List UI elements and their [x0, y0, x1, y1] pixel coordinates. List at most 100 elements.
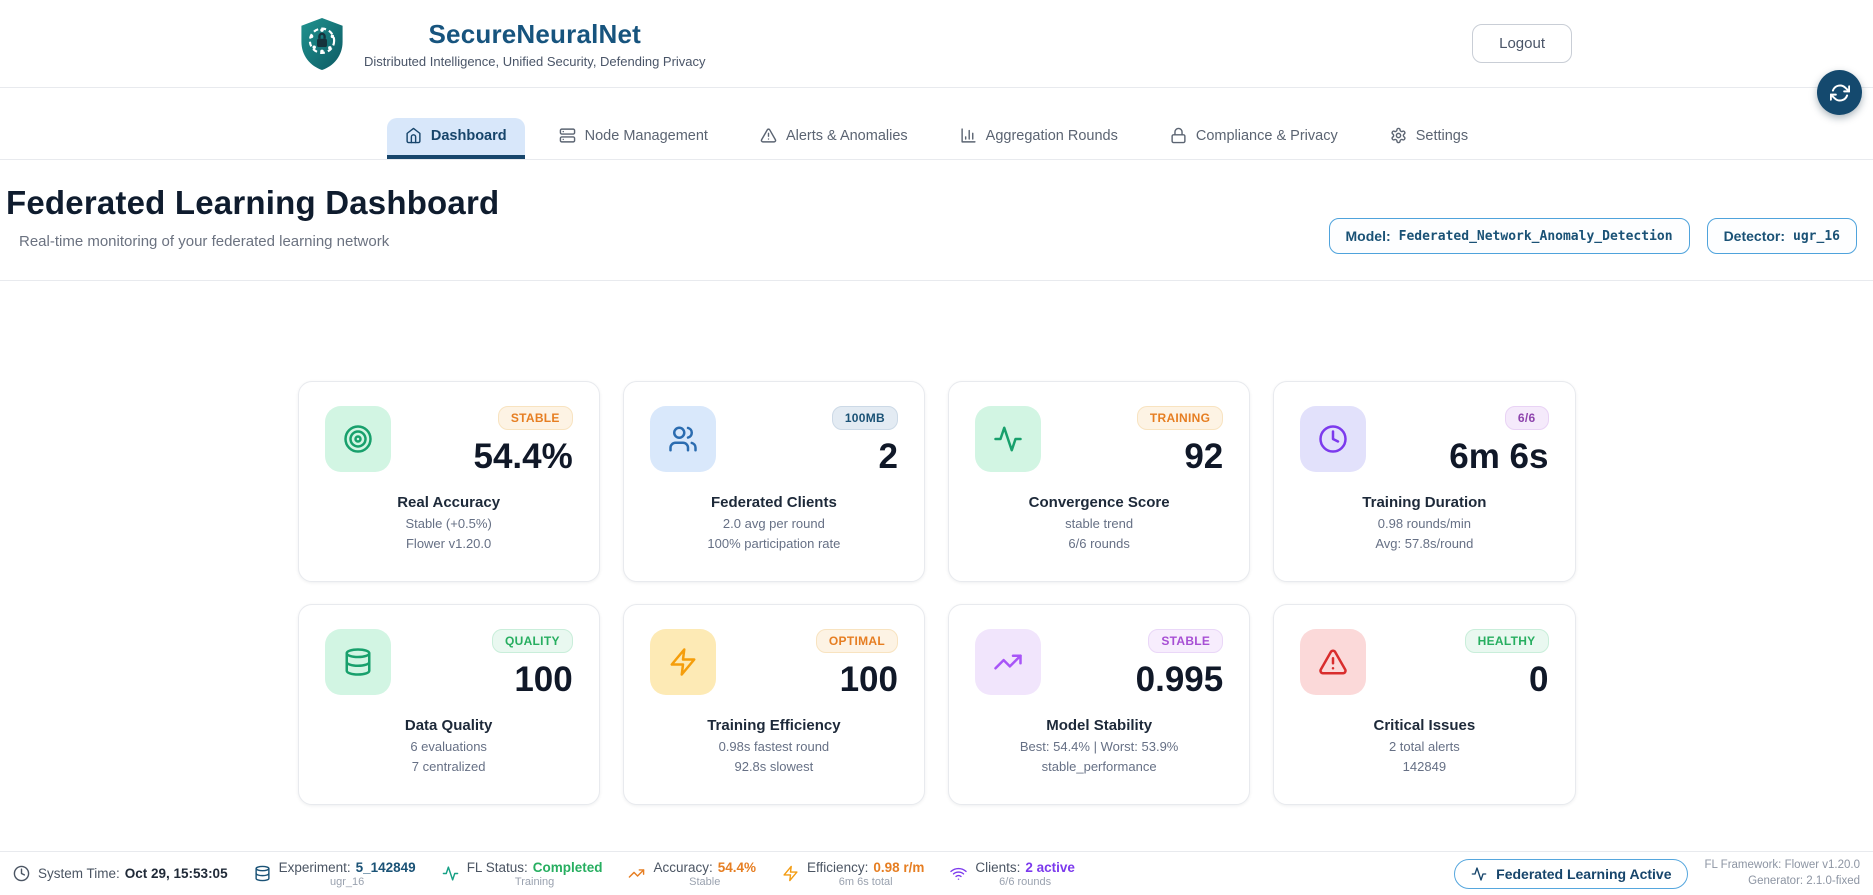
- status-item-label: FL Status:: [466, 859, 528, 875]
- zap-icon: [782, 865, 799, 882]
- status-item-value: 5_142849: [355, 859, 416, 875]
- card-title: Critical Issues: [1373, 717, 1476, 734]
- card-icon-tile: [975, 406, 1041, 472]
- card-subtext-1: Stable (+0.5%): [405, 516, 492, 531]
- clock-icon: [13, 865, 30, 882]
- card-icon-tile: [975, 629, 1041, 695]
- card-subtext-1: 6 evaluations: [410, 739, 487, 754]
- status-item-value: Completed: [532, 859, 603, 875]
- status-item-clients: Clients: 2 active 6/6 rounds: [950, 860, 1075, 888]
- card-icon-tile: [649, 629, 716, 695]
- gear-icon: [1390, 127, 1407, 144]
- card-value: 100: [514, 660, 573, 699]
- page-header: Federated Learning Dashboard Real-time m…: [0, 160, 1873, 281]
- page-title: Federated Learning Dashboard: [6, 184, 500, 221]
- card-status-badge: QUALITY: [491, 629, 573, 653]
- status-right: Federated Learning Active FL Framework: …: [1454, 858, 1860, 889]
- users-icon: [668, 424, 698, 454]
- status-item-sub: ugr_16: [330, 875, 365, 888]
- card-subtext-2: 92.8s slowest: [734, 759, 814, 774]
- card-status-badge: HEALTHY: [1464, 629, 1549, 653]
- status-item-value: 54.4%: [717, 859, 757, 875]
- tab-dashboard[interactable]: Dashboard: [386, 118, 525, 159]
- card-subtext-2: 6/6 rounds: [1068, 536, 1130, 551]
- card-icon-tile: [1300, 629, 1367, 695]
- refresh-icon: [1829, 83, 1850, 103]
- model-chip-label: Model:: [1345, 228, 1391, 244]
- metric-card-real-accuracy: STABLE 54.4% Real Accuracy Stable (+0.5%…: [297, 381, 600, 582]
- card-status-badge: 100MB: [831, 406, 898, 430]
- card-subtext-1: 0.98 rounds/min: [1377, 516, 1471, 531]
- status-item-efficiency: Efficiency: 0.98 r/m 6m 6s total: [782, 860, 924, 888]
- status-item-label: Efficiency:: [807, 859, 869, 875]
- card-title: Federated Clients: [710, 494, 837, 511]
- metric-card-critical-issues: HEALTHY 0 Critical Issues 2 total alerts…: [1273, 604, 1576, 805]
- card-subtext-2: Avg: 57.8s/round: [1375, 536, 1474, 551]
- alert-triangle-icon: [1318, 647, 1348, 677]
- status-item-experiment: Experiment: 5_142849 ugr_16: [254, 860, 416, 888]
- server-icon: [559, 127, 576, 144]
- app-logo-shield-icon: [296, 15, 348, 73]
- tab-label: Settings: [1415, 127, 1469, 144]
- status-item-label: Experiment:: [278, 859, 351, 875]
- card-status-badge: STABLE: [1148, 629, 1224, 653]
- target-icon: [343, 424, 373, 454]
- model-chip: Model: Federated_Network_Anomaly_Detecti…: [1328, 218, 1690, 254]
- metric-card-data-quality: QUALITY 100 Data Quality 6 evaluations 7…: [297, 604, 600, 805]
- status-item-sub: Training: [514, 875, 555, 888]
- tab-settings[interactable]: Settings: [1372, 118, 1486, 159]
- tab-label: Compliance & Privacy: [1195, 127, 1338, 144]
- tab-compliance-privacy[interactable]: Compliance & Privacy: [1152, 118, 1356, 159]
- status-bar: System Time: Oct 29, 15:53:05 Experiment:…: [0, 851, 1873, 895]
- card-subtext-2: Flower v1.20.0: [405, 536, 492, 551]
- card-value: 100: [839, 660, 898, 699]
- tab-aggregation-rounds[interactable]: Aggregation Rounds: [942, 118, 1136, 159]
- zap-icon: [668, 647, 698, 677]
- alert-triangle-icon: [760, 127, 777, 144]
- app-tagline: Distributed Intelligence, Unified Securi…: [364, 53, 706, 69]
- card-value: 2: [878, 437, 898, 476]
- metrics-grid: STABLE 54.4% Real Accuracy Stable (+0.5%…: [297, 381, 1576, 805]
- lock-icon: [1170, 127, 1187, 144]
- card-icon-tile: [324, 629, 391, 695]
- card-subtext-1: 0.98s fastest round: [718, 739, 830, 754]
- card-subtext-1: 2 total alerts: [1388, 739, 1460, 754]
- card-status-badge: STABLE: [497, 406, 573, 430]
- tab-alerts-anomalies[interactable]: Alerts & Anomalies: [742, 118, 926, 159]
- tab-label: Alerts & Anomalies: [785, 127, 908, 144]
- card-value: 0: [1529, 660, 1549, 699]
- logout-button[interactable]: Logout: [1472, 24, 1572, 63]
- home-icon: [405, 127, 422, 144]
- clock-icon: [1318, 424, 1348, 454]
- header-chips: Model: Federated_Network_Anomaly_Detecti…: [1328, 218, 1857, 254]
- metric-card-convergence-score: TRAINING 92 Convergence Score stable tre…: [948, 381, 1251, 582]
- card-value: 0.995: [1135, 660, 1224, 699]
- framework-line-1: FL Framework: Flower v1.20.0: [1704, 858, 1860, 871]
- activity-icon: [993, 424, 1023, 454]
- refresh-button[interactable]: [1817, 70, 1862, 115]
- main-content: STABLE 54.4% Real Accuracy Stable (+0.5%…: [0, 281, 1873, 805]
- model-chip-value: Federated_Network_Anomaly_Detection: [1398, 228, 1673, 244]
- app-header: SecureNeuralNet Distributed Intelligence…: [0, 0, 1873, 88]
- active-badge-label: Federated Learning Active: [1496, 865, 1672, 882]
- tab-label: Node Management: [584, 127, 708, 144]
- activity-icon: [442, 865, 459, 882]
- card-subtext-1: stable trend: [1065, 516, 1134, 531]
- card-icon-tile: [649, 406, 716, 472]
- status-item-sub: 6/6 rounds: [999, 875, 1052, 888]
- card-status-badge: TRAINING: [1136, 406, 1224, 430]
- detector-chip-value: ugr_16: [1793, 228, 1840, 244]
- trending-up-icon: [993, 647, 1023, 677]
- status-item-sub: Stable: [689, 875, 721, 888]
- federated-learning-active-badge: Federated Learning Active: [1454, 858, 1689, 889]
- tab-node-management[interactable]: Node Management: [541, 118, 726, 159]
- status-item-value: Oct 29, 15:53:05: [124, 866, 228, 881]
- card-icon-tile: [324, 406, 391, 472]
- card-status-badge: OPTIMAL: [815, 629, 898, 653]
- card-subtext-2: 7 centralized: [411, 759, 486, 774]
- activity-icon: [1471, 866, 1487, 882]
- status-item-label: System Time:: [38, 866, 120, 881]
- card-subtext-1: 2.0 avg per round: [722, 516, 825, 531]
- metric-card-training-efficiency: OPTIMAL 100 Training Efficiency 0.98s fa…: [622, 604, 925, 805]
- status-item-label: Clients:: [975, 859, 1021, 875]
